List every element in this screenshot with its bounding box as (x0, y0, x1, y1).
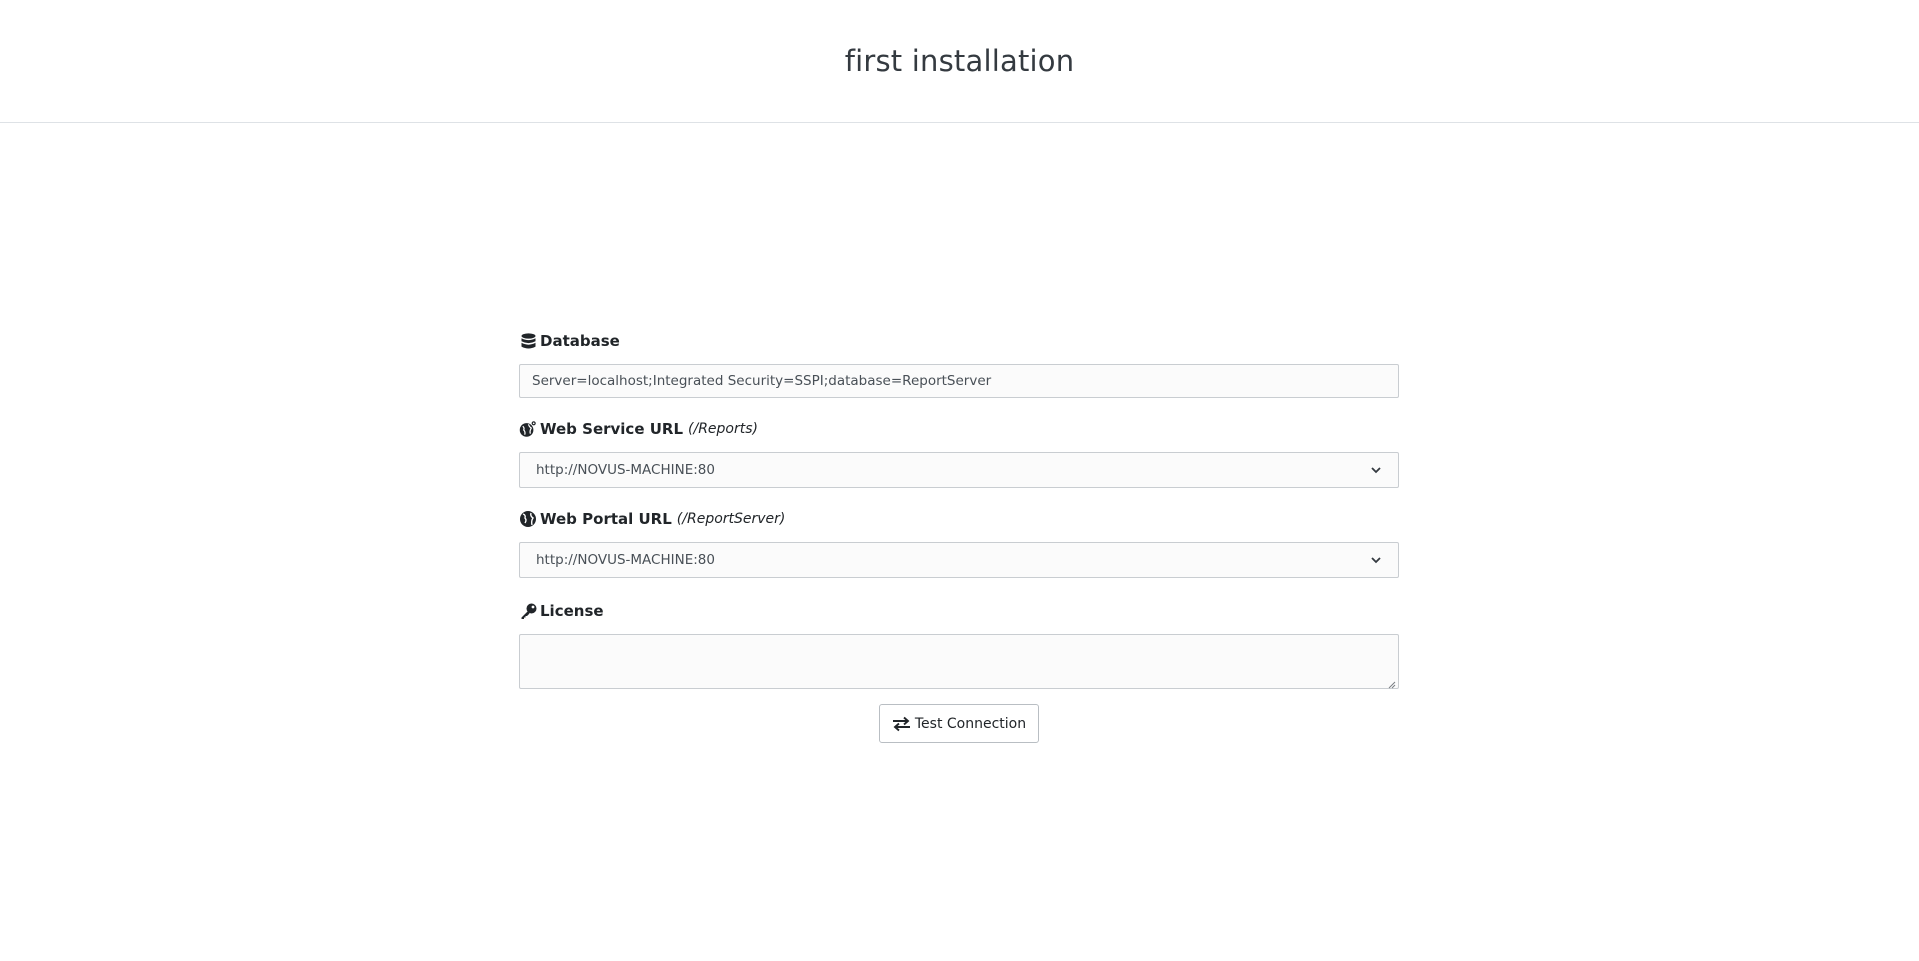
web-service-label-row: Web Service URL (/Reports) (519, 418, 1399, 440)
license-label-row: License (519, 600, 1399, 622)
database-icon (519, 332, 537, 350)
database-group: Database Server=localhost;Integrated Sec… (519, 330, 1399, 398)
web-portal-label-row: Web Portal URL (/ReportServer) (519, 508, 1399, 530)
web-portal-url-select[interactable]: http://NOVUS-MACHINE:80 (519, 542, 1399, 578)
database-label: Database (540, 332, 620, 350)
web-service-group: Web Service URL (/Reports) http://NOVUS-… (519, 418, 1399, 488)
web-service-hint: (/Reports) (688, 421, 758, 437)
web-portal-label: Web Portal URL (540, 510, 672, 528)
page-header: first installation (0, 0, 1919, 123)
database-connection-input[interactable]: Server=localhost;Integrated Security=SSP… (519, 364, 1399, 398)
installation-form: Database Server=localhost;Integrated Sec… (519, 330, 1399, 743)
web-service-url-select[interactable]: http://NOVUS-MACHINE:80 (519, 452, 1399, 488)
exchange-arrows-icon (892, 716, 911, 732)
web-portal-group: Web Portal URL (/ReportServer) http://NO… (519, 508, 1399, 578)
web-portal-hint: (/ReportServer) (676, 511, 786, 527)
license-group: License (519, 600, 1399, 689)
test-connection-label: Test Connection (914, 715, 1027, 732)
key-icon (519, 602, 537, 620)
license-textarea[interactable] (519, 634, 1399, 689)
resize-grip-icon[interactable] (1387, 677, 1396, 689)
page-title: first installation (844, 44, 1075, 78)
test-connection-button[interactable]: Test Connection (878, 704, 1040, 743)
button-row: Test Connection (519, 704, 1399, 743)
chevron-down-icon (1370, 464, 1382, 476)
chevron-down-icon (1370, 554, 1382, 566)
globe-gear-icon (519, 420, 537, 438)
globe-icon (519, 510, 537, 528)
web-portal-url-value: http://NOVUS-MACHINE:80 (536, 552, 715, 568)
database-label-row: Database (519, 330, 1399, 352)
license-label: License (540, 602, 604, 620)
database-connection-value: Server=localhost;Integrated Security=SSP… (532, 373, 992, 389)
web-service-url-value: http://NOVUS-MACHINE:80 (536, 462, 715, 478)
web-service-label: Web Service URL (540, 420, 684, 438)
